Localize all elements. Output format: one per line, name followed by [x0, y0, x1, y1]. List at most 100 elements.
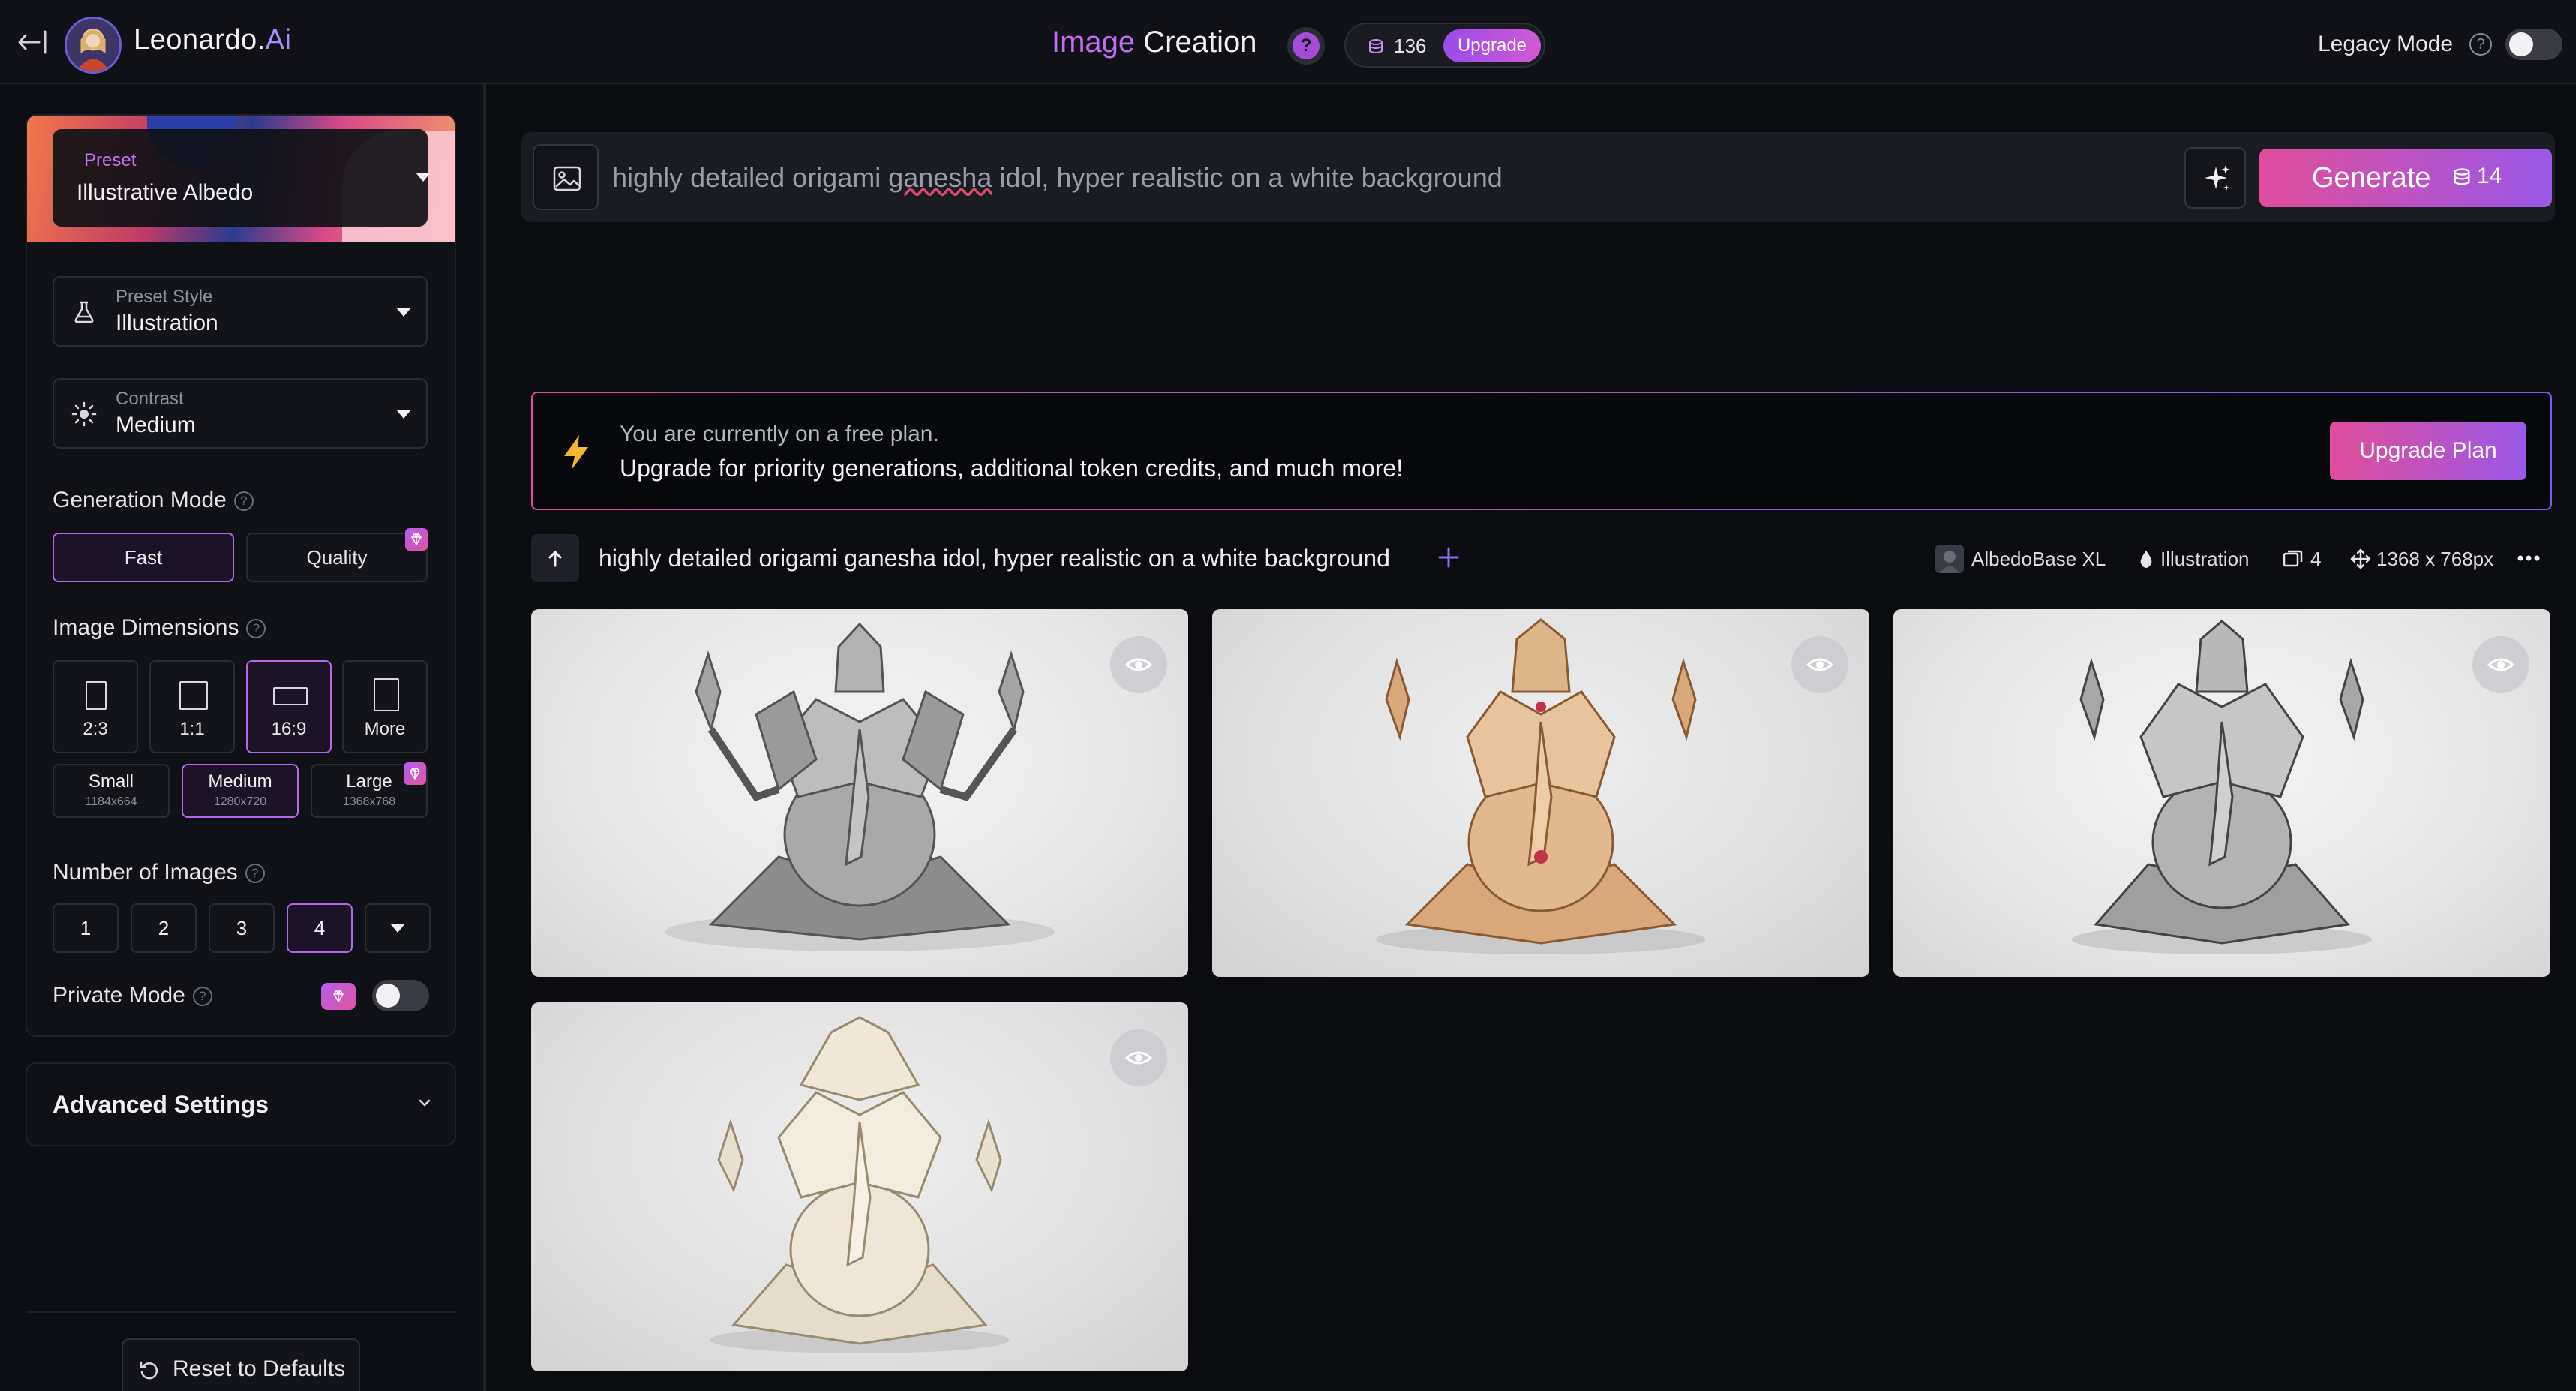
aspect-label: More — [364, 719, 406, 739]
move-icon — [2350, 548, 2371, 569]
preset-dropdown[interactable]: Preset Illustrative Albedo — [53, 129, 431, 227]
prompt-magic-button[interactable] — [2184, 147, 2246, 209]
size-name: Medium — [208, 771, 272, 792]
prompt-input[interactable]: highly detailed origami ganesha idol, hy… — [612, 162, 1503, 194]
model-name: AlbedoBase XL — [1971, 548, 2106, 570]
mode-fast-button[interactable]: Fast — [53, 533, 234, 582]
reset-label: Reset to Defaults — [173, 1356, 346, 1381]
aspect-more-button[interactable]: More — [342, 660, 428, 753]
chevron-down-icon — [396, 308, 411, 317]
page-title: Image Creation — [1052, 26, 1257, 59]
size-resolution: 1280x720 — [213, 795, 267, 808]
reset-to-defaults-button[interactable]: Reset to Defaults — [122, 1338, 360, 1391]
number-2-button[interactable]: 2 — [131, 903, 197, 953]
help-icon[interactable]: ? — [233, 491, 254, 512]
aspect-label: 16:9 — [271, 719, 307, 739]
generate-button[interactable]: Generate 14 — [2259, 149, 2552, 207]
help-icon: ? — [1293, 32, 1320, 59]
model-thumbnail-icon — [1935, 545, 1964, 573]
chevron-down-icon — [416, 173, 431, 182]
preset-style-label: Preset Style — [116, 287, 213, 307]
ganesha-image — [665, 622, 1055, 951]
logo-icon[interactable] — [65, 17, 122, 74]
view-button[interactable] — [1110, 1029, 1167, 1086]
prompt-bar: highly detailed origami ganesha idol, hy… — [521, 132, 2555, 222]
contrast-dropdown[interactable]: Contrast Medium — [53, 378, 428, 449]
advanced-settings-label: Advanced Settings — [53, 1091, 269, 1118]
token-count: 136 — [1394, 35, 1427, 57]
gem-icon — [405, 528, 428, 551]
number-of-images-label: Number of Images? — [53, 860, 265, 885]
size-resolution: 1184x664 — [85, 795, 137, 808]
gem-icon — [321, 983, 356, 1010]
arrow-up-icon — [548, 551, 562, 567]
size-resolution: 1368x768 — [342, 795, 396, 808]
generated-image-1[interactable] — [531, 609, 1188, 977]
more-icon[interactable] — [2510, 542, 2547, 575]
generated-image-4[interactable] — [531, 1002, 1188, 1371]
size-small-button[interactable]: Small 1184x664 — [53, 764, 170, 818]
generated-image-2[interactable] — [1212, 609, 1869, 977]
number-1-button[interactable]: 1 — [53, 903, 119, 953]
size-name: Small — [88, 771, 134, 792]
preset-style-value: Illustration — [116, 311, 218, 335]
gem-icon — [404, 762, 426, 785]
mode-quality-button[interactable]: Quality — [246, 533, 428, 582]
preset-style-dropdown[interactable]: Preset Style Illustration — [53, 276, 428, 347]
eye-icon — [1124, 1051, 1153, 1065]
contrast-value: Medium — [116, 413, 196, 437]
legacy-mode-toggle[interactable] — [2505, 29, 2562, 60]
generated-image-3[interactable] — [1893, 609, 2550, 977]
portrait-icon — [86, 681, 107, 710]
brand-name[interactable]: Leonardo.Ai — [134, 24, 291, 56]
divider — [26, 1311, 456, 1313]
chevron-down-icon — [396, 410, 411, 419]
eye-icon — [1124, 658, 1153, 671]
landscape-icon — [273, 687, 308, 705]
size-medium-button[interactable]: Medium 1280x720 — [182, 764, 299, 818]
legacy-help-icon[interactable]: ? — [2469, 33, 2492, 56]
help-icon[interactable]: ? — [192, 987, 212, 1007]
preset-label: Preset — [84, 150, 137, 170]
help-icon[interactable]: ? — [245, 864, 265, 884]
aspect-label: 2:3 — [83, 719, 108, 739]
reuse-prompt-button[interactable] — [531, 534, 579, 582]
number-3-button[interactable]: 3 — [209, 903, 275, 953]
chevron-down-icon — [390, 924, 405, 933]
settings-panel: Preset Illustrative Albedo Preset Style … — [26, 114, 456, 1037]
generation-header: highly detailed origami ganesha idol, hy… — [531, 534, 2552, 585]
view-button[interactable] — [1791, 636, 1848, 693]
upgrade-button[interactable]: Upgrade — [1443, 29, 1541, 62]
back-arrow-icon[interactable] — [17, 29, 50, 56]
number-more-button[interactable] — [365, 903, 431, 953]
contrast-label: Contrast — [116, 389, 184, 409]
aspect-1-1-button[interactable]: 1:1 — [149, 660, 235, 753]
images-icon — [2283, 550, 2303, 567]
more-ratio-icon — [374, 678, 399, 711]
preset-card: Preset Illustrative Albedo — [27, 116, 455, 242]
aspect-2-3-button[interactable]: 2:3 — [53, 660, 138, 753]
view-button[interactable] — [2472, 636, 2529, 693]
aspect-16-9-button[interactable]: 16:9 — [246, 660, 332, 753]
flask-icon — [74, 301, 94, 323]
generation-mode-label: Generation Mode? — [53, 488, 254, 513]
style-name: Illustration — [2160, 548, 2250, 570]
help-icon[interactable]: ? — [246, 619, 266, 639]
advanced-settings-toggle[interactable]: Advanced Settings — [26, 1062, 456, 1146]
help-button[interactable]: ? — [1287, 27, 1325, 65]
banner-line2: Upgrade for priority generations, additi… — [620, 455, 1404, 482]
ganesha-image — [1376, 618, 1706, 954]
image-count: 4 — [2310, 548, 2322, 570]
upgrade-plan-button[interactable]: Upgrade Plan — [2330, 422, 2526, 480]
image-prompt-button[interactable] — [533, 144, 599, 210]
upgrade-banner: You are currently on a free plan. Upgrad… — [531, 392, 2552, 510]
plus-icon[interactable] — [1436, 545, 1461, 570]
bolt-icon — [564, 435, 588, 470]
private-mode-toggle[interactable] — [372, 980, 429, 1011]
banner-line1: You are currently on a free plan. — [620, 422, 939, 446]
token-balance[interactable]: 136 Upgrade — [1344, 23, 1545, 68]
view-button[interactable] — [1110, 636, 1167, 693]
private-mode-label: Private Mode? — [53, 983, 212, 1008]
eye-icon — [2487, 658, 2515, 671]
number-4-button[interactable]: 4 — [287, 903, 353, 953]
